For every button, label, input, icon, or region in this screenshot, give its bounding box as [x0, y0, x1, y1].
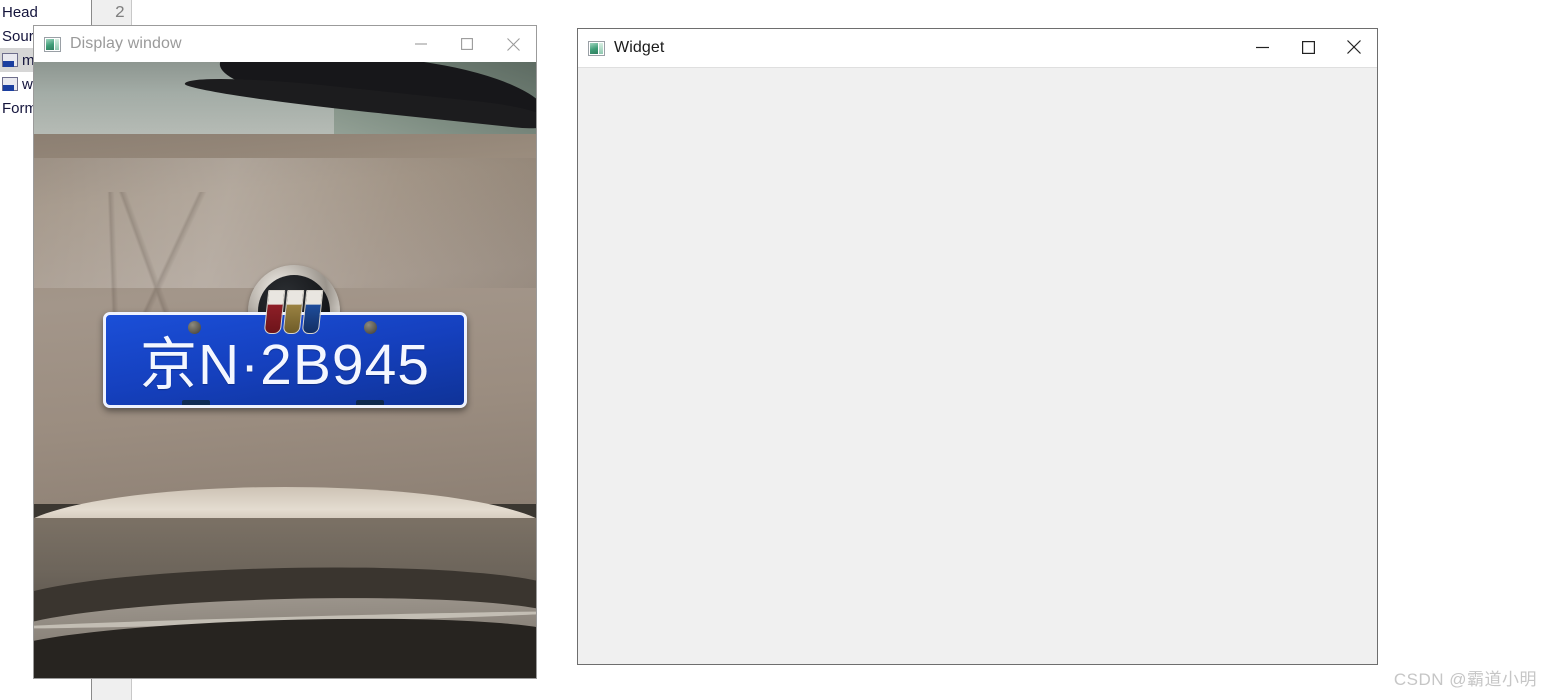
tree-item-label: w	[22, 75, 33, 93]
widget-window-title: Widget	[614, 39, 665, 56]
display-window-titlebar[interactable]: Display window	[34, 26, 536, 62]
display-window-controls	[398, 26, 536, 62]
close-icon[interactable]	[1331, 29, 1377, 65]
car-photo: 京N·2B945	[34, 62, 536, 678]
buick-shield-gold	[282, 290, 305, 334]
qt-app-icon	[44, 36, 61, 52]
minimize-icon[interactable]	[398, 26, 444, 62]
license-plate-notch	[182, 400, 210, 405]
license-plate-bolt	[188, 321, 201, 334]
qt-app-icon	[588, 40, 605, 56]
maximize-icon[interactable]	[1285, 29, 1331, 65]
display-window-image-canvas: 京N·2B945	[34, 62, 536, 678]
csdn-watermark: CSDN @霸道小明	[1393, 670, 1537, 689]
tree-item-label: Form	[2, 99, 37, 117]
display-window-title: Display window	[70, 35, 182, 52]
line-number: 2	[114, 4, 125, 23]
tree-item-headers[interactable]: Head	[0, 0, 91, 24]
cpp-file-icon	[2, 53, 18, 67]
maximize-icon[interactable]	[444, 26, 490, 62]
minimize-icon[interactable]	[1239, 29, 1285, 65]
license-plate-notch	[356, 400, 384, 405]
display-window[interactable]: Display window 京N·2B945	[33, 25, 537, 679]
tree-item-label: Head	[2, 3, 38, 21]
widget-window[interactable]: Widget	[577, 28, 1378, 665]
cpp-file-icon	[2, 77, 18, 91]
tree-item-label: Sour	[2, 27, 34, 45]
widget-window-controls	[1239, 29, 1377, 65]
license-plate-bolt	[364, 321, 377, 334]
widget-window-body	[578, 67, 1377, 664]
close-icon[interactable]	[490, 26, 536, 62]
screen-root: Head Sour m w Form 2 3 #include <QAppli	[0, 0, 1553, 700]
buick-shield-blue	[301, 290, 324, 334]
buick-emblem-shields	[263, 290, 324, 336]
buick-shield-red	[263, 290, 286, 334]
widget-window-titlebar[interactable]: Widget	[578, 29, 1377, 67]
